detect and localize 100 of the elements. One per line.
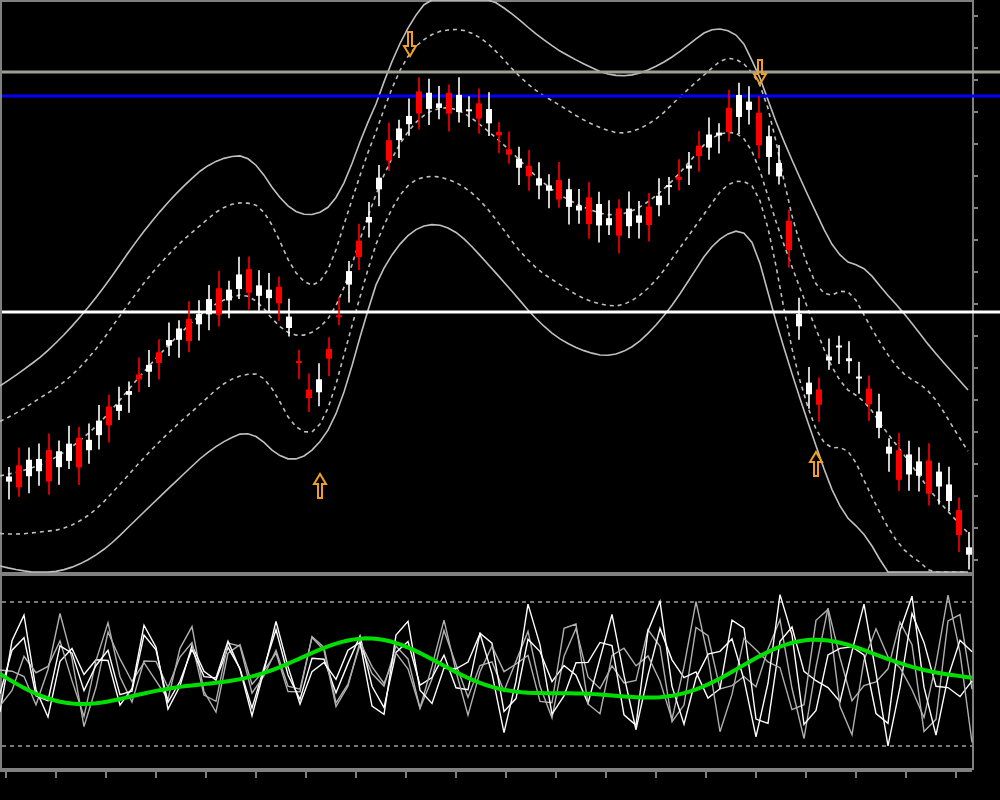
- candle: [406, 97, 412, 137]
- candle: [696, 130, 702, 173]
- candle: [636, 200, 642, 240]
- candle: [36, 442, 42, 487]
- candle: [656, 177, 662, 217]
- candle: [446, 83, 452, 133]
- candle: [496, 121, 502, 154]
- candle: [866, 374, 872, 422]
- candle: [546, 173, 552, 210]
- candle: [26, 446, 32, 495]
- candle: [126, 380, 132, 414]
- candle: [76, 425, 82, 486]
- candle: [6, 466, 12, 501]
- candle: [306, 372, 312, 413]
- candle: [106, 393, 112, 444]
- candle: [376, 164, 382, 207]
- candle: [436, 85, 442, 121]
- candle: [966, 531, 972, 571]
- candle: [526, 149, 532, 192]
- candle: [666, 176, 672, 206]
- candle: [116, 386, 122, 421]
- candle: [646, 192, 652, 243]
- candle: [896, 431, 902, 492]
- candle: [286, 297, 292, 338]
- candle: [326, 336, 332, 377]
- candle: [216, 270, 222, 328]
- candle: [266, 272, 272, 312]
- candle: [556, 161, 562, 209]
- candle: [916, 446, 922, 493]
- candle: [86, 422, 92, 465]
- candle: [146, 349, 152, 388]
- candle: [836, 335, 842, 365]
- candle: [686, 151, 692, 186]
- candle: [746, 85, 752, 126]
- candle: [316, 362, 322, 408]
- candle: [426, 78, 432, 126]
- candle: [486, 91, 492, 137]
- candle: [946, 465, 952, 512]
- candle: [176, 319, 182, 359]
- candle: [196, 299, 202, 342]
- candle: [66, 424, 72, 470]
- candle: [596, 190, 602, 244]
- candle: [166, 321, 172, 357]
- candle: [876, 393, 882, 440]
- candle: [726, 89, 732, 143]
- candle: [886, 437, 892, 473]
- candle: [206, 284, 212, 331]
- down-arrow-icon: [402, 31, 418, 58]
- candle: [256, 269, 262, 312]
- candle: [236, 255, 242, 300]
- candle: [766, 124, 772, 176]
- candle: [756, 95, 762, 160]
- candle: [616, 198, 622, 255]
- candle: [96, 404, 102, 451]
- candle: [456, 76, 462, 124]
- candle: [856, 360, 862, 395]
- candle: [336, 296, 342, 326]
- candle: [16, 446, 22, 498]
- candle: [186, 300, 192, 354]
- candle: [356, 223, 362, 271]
- candle: [956, 496, 962, 553]
- candle: [296, 348, 302, 381]
- candle: [926, 442, 932, 507]
- candle: [136, 356, 142, 393]
- candle: [56, 439, 62, 486]
- candle: [676, 158, 682, 192]
- candle: [816, 376, 822, 423]
- candle: [606, 199, 612, 236]
- candle: [846, 340, 852, 375]
- candle: [826, 337, 832, 371]
- candle: [736, 81, 742, 135]
- up-arrow-icon: [808, 450, 824, 477]
- candle: [576, 188, 582, 225]
- candle: [936, 461, 942, 506]
- candle: [276, 275, 282, 322]
- candle: [906, 439, 912, 492]
- candle: [156, 338, 162, 381]
- candle: [226, 279, 232, 320]
- up-arrow-icon: [312, 472, 328, 499]
- candle: [566, 177, 572, 226]
- down-arrow-icon: [752, 59, 768, 86]
- candle: [536, 161, 542, 200]
- candle: [386, 121, 392, 172]
- candle: [466, 95, 472, 128]
- candle: [476, 87, 482, 135]
- candle: [416, 76, 422, 131]
- candle: [796, 296, 802, 341]
- candle: [506, 130, 512, 165]
- candle: [626, 190, 632, 239]
- candle: [586, 181, 592, 240]
- candle: [346, 260, 352, 304]
- candle: [776, 144, 782, 186]
- candle: [246, 255, 252, 311]
- candle: [396, 118, 402, 159]
- candle: [516, 146, 522, 186]
- candle: [786, 209, 792, 269]
- candle: [366, 201, 372, 239]
- candle: [806, 366, 812, 410]
- candle: [46, 432, 52, 496]
- candle: [716, 122, 722, 155]
